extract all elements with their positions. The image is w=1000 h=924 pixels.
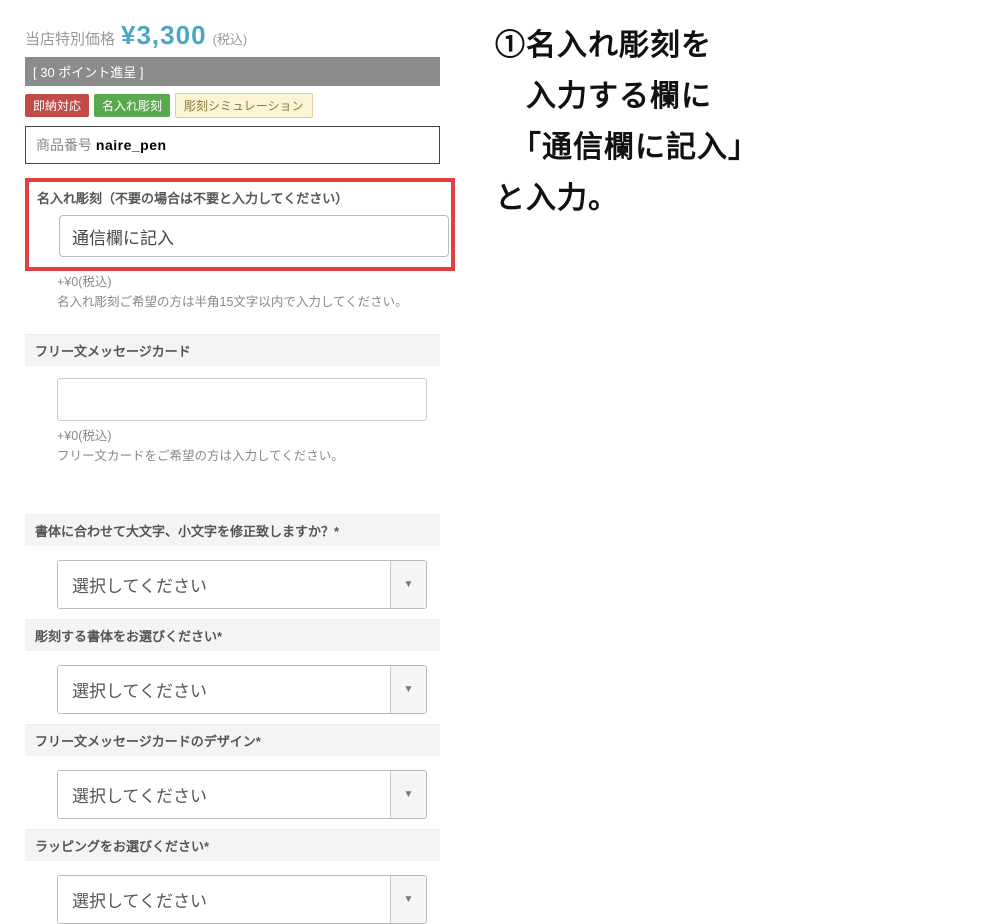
caret-down-icon: ▼ — [390, 666, 426, 713]
wrapping-value: 選択してください — [58, 876, 390, 923]
tag-engraving[interactable]: 名入れ彫刻 — [94, 94, 170, 117]
instruction-line-1: ①名入れ彫刻を — [495, 29, 712, 62]
tag-quick-delivery[interactable]: 即納対応 — [25, 94, 89, 117]
case-option-select[interactable]: 選択してください ▼ — [57, 560, 427, 609]
tag-simulation[interactable]: 彫刻シミュレーション — [175, 93, 313, 118]
engraving-highlight: 名入れ彫刻（不要の場合は不要と入力してください） — [25, 178, 455, 271]
card-design-value: 選択してください — [58, 771, 390, 818]
message-card-label: フリー文メッセージカード — [25, 334, 440, 366]
font-option-select[interactable]: 選択してください ▼ — [57, 665, 427, 714]
wrapping-select[interactable]: 選択してください ▼ — [57, 875, 427, 924]
engraving-label: 名入れ彫刻（不要の場合は不要と入力してください） — [37, 188, 443, 207]
case-option-value: 選択してください — [58, 561, 390, 608]
engraving-help: 名入れ彫刻ご希望の方は半角15文字以内で入力してください。 — [57, 292, 437, 312]
caret-down-icon: ▼ — [390, 876, 426, 923]
message-card-help: フリー文カードをご希望の方は入力してください。 — [57, 446, 437, 466]
message-card-price-add: +¥0(税込) — [57, 425, 440, 444]
engraving-price-add: +¥0(税込) — [57, 271, 450, 290]
card-design-label: フリー文メッセージカードのデザイン* — [25, 724, 440, 756]
price-label: 当店特別価格 — [25, 28, 115, 49]
engraving-input[interactable] — [59, 215, 449, 257]
instruction-line-3: 「通信欄に記入」 — [495, 131, 759, 164]
price-value: ¥3,300 — [121, 20, 207, 51]
message-card-input[interactable] — [57, 378, 427, 421]
price-tax: (税込) — [213, 29, 248, 48]
font-option-label: 彫刻する書体をお選びください* — [25, 619, 440, 651]
caret-down-icon: ▼ — [390, 771, 426, 818]
card-design-select[interactable]: 選択してください ▼ — [57, 770, 427, 819]
font-option-value: 選択してください — [58, 666, 390, 713]
wrapping-label: ラッピングをお選びください* — [25, 829, 440, 861]
instruction-line-2: 入力する欄に — [495, 80, 712, 113]
instruction-line-4: と入力。 — [495, 182, 619, 215]
caret-down-icon: ▼ — [390, 561, 426, 608]
product-number-label: 商品番号 — [36, 137, 96, 153]
points-bar: [ 30 ポイント進呈 ] — [25, 57, 440, 86]
product-number-box: 商品番号 naire_pen — [25, 126, 440, 164]
tag-row: 即納対応 名入れ彫刻 彫刻シミュレーション — [25, 93, 450, 118]
case-option-label: 書体に合わせて大文字、小文字を修正致しますか？* — [25, 514, 440, 546]
product-number-value: naire_pen — [96, 137, 167, 153]
instruction-text: ①名入れ彫刻を 入力する欄に 「通信欄に記入」 と入力。 — [495, 20, 980, 224]
price-row: 当店特別価格 ¥3,300 (税込) — [25, 20, 450, 51]
